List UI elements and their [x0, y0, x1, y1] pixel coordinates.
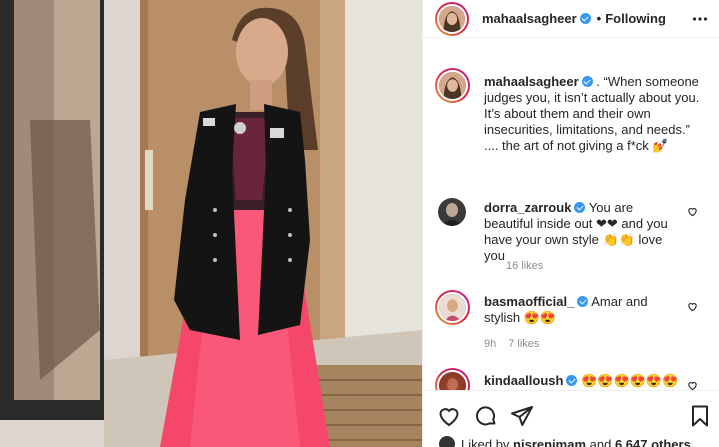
paper-plane-icon[interactable]	[510, 404, 534, 428]
header-user-line: mahaalsagheer • Following	[482, 11, 666, 26]
post-header: mahaalsagheer • Following	[423, 0, 719, 38]
more-horizontal-icon[interactable]	[692, 11, 708, 27]
comment-avatar-image	[439, 372, 466, 390]
liker-username[interactable]: nisrenimam	[513, 437, 586, 447]
heart-icon[interactable]	[437, 404, 461, 428]
comment-body: dorra_zarrouk You are beautiful inside o…	[484, 200, 680, 264]
likes-prefix: Liked by	[461, 437, 514, 447]
post-photo[interactable]	[0, 0, 422, 447]
caption-body: mahaalsagheer . “When someone judges you…	[484, 74, 704, 154]
comment-avatar-image	[438, 198, 466, 226]
likes-count[interactable]: 6,647 others	[615, 437, 691, 447]
verified-badge-icon	[574, 202, 586, 213]
bookmark-icon[interactable]	[688, 404, 712, 428]
verified-badge-icon	[581, 76, 593, 87]
caption-username[interactable]: mahaalsagheer	[484, 74, 579, 89]
comment-bubble-icon[interactable]	[474, 404, 498, 428]
action-bar: Liked by nisrenimam and 6,647 others	[423, 390, 719, 447]
comment-likes[interactable]: 16 likes	[506, 260, 543, 272]
comment-meta: 16 likes	[506, 260, 555, 272]
comment-body: kindaalloush 😍😍😍😍😍😍😍😍	[484, 373, 680, 390]
comment-username[interactable]: basmaofficial_	[484, 294, 574, 309]
verified-badge-icon	[566, 375, 578, 386]
comment-avatar[interactable]	[438, 198, 466, 226]
verified-badge-icon	[579, 13, 591, 24]
verified-badge-icon	[577, 296, 589, 307]
separator-dot: •	[596, 11, 602, 26]
comment-avatar-image	[439, 294, 466, 321]
comment-username[interactable]: kindaalloush	[484, 373, 563, 388]
comments-list[interactable]: mahaalsagheer . “When someone judges you…	[423, 52, 719, 390]
comment-body: basmaofficial_ Amar and stylish 😍😍	[484, 294, 680, 326]
comment-like-heart-icon[interactable]	[687, 301, 698, 312]
post-side-panel: mahaalsagheer • Following mahaalsagheer . …	[422, 0, 719, 447]
comment-like-heart-icon[interactable]	[687, 206, 698, 217]
comment-avatar[interactable]	[435, 290, 470, 325]
likes-summary: Liked by nisrenimam and 6,647 others	[439, 436, 691, 447]
post-image	[0, 0, 422, 447]
author-username[interactable]: mahaalsagheer	[482, 11, 577, 26]
author-avatar-image	[439, 6, 465, 32]
following-button[interactable]: Following	[605, 11, 666, 26]
comment-likes[interactable]: 7 likes	[508, 338, 539, 350]
comment-like-heart-icon[interactable]	[687, 380, 698, 390]
likes-middle: and	[586, 437, 615, 447]
caption-avatar[interactable]	[435, 68, 470, 103]
comment-age: 9h	[484, 338, 497, 350]
comment-meta: 9h 7 likes	[484, 338, 551, 350]
liker-avatar[interactable]	[439, 436, 455, 447]
comment-username[interactable]: dorra_zarrouk	[484, 200, 571, 215]
comment-avatar[interactable]	[435, 368, 470, 390]
author-avatar[interactable]	[435, 2, 469, 36]
caption-avatar-image	[439, 72, 466, 99]
